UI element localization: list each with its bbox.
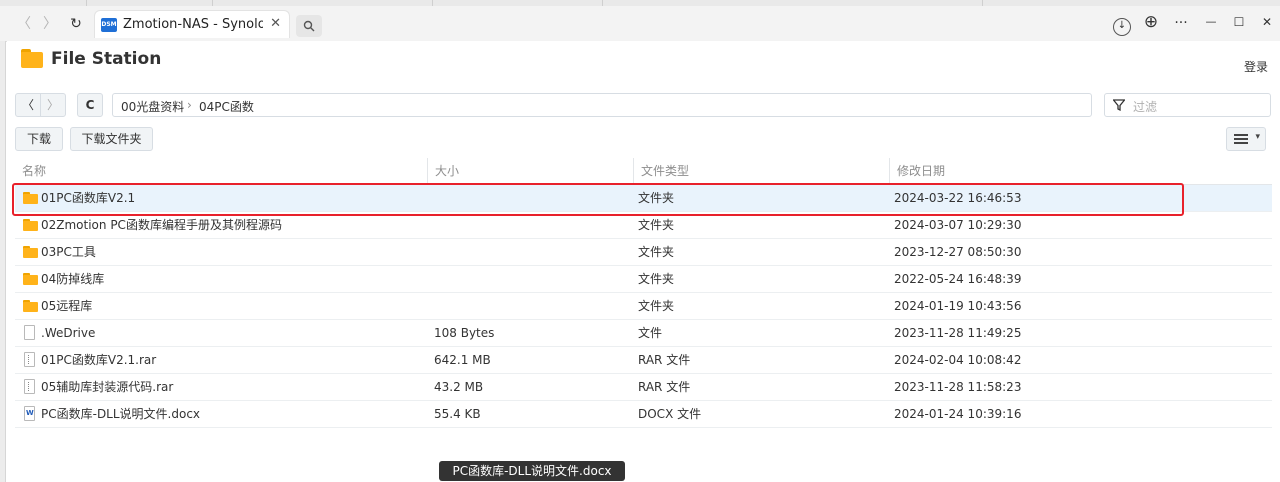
breadcrumb-segment[interactable]: 00光盘资料 xyxy=(121,98,184,115)
minimize-icon[interactable]: — xyxy=(1200,15,1222,28)
download-button[interactable]: 下载 xyxy=(15,127,63,151)
app-header: File Station 登录 xyxy=(7,41,1280,79)
list-view-icon xyxy=(1234,134,1248,144)
selection-highlight-box xyxy=(12,183,1184,216)
app-title: File Station xyxy=(51,49,162,69)
tab-close-icon[interactable]: ✕ xyxy=(270,16,281,31)
file-size-cell: 108 Bytes xyxy=(434,326,495,340)
browser-back-icon[interactable]: 〈 xyxy=(14,14,34,34)
maximize-icon[interactable]: ☐ xyxy=(1228,15,1250,29)
table-row[interactable]: 01PC函数库V2.1.rar 642.1 MB RAR 文件 2024-02-04 … xyxy=(15,347,1272,374)
folder-icon xyxy=(23,273,38,285)
file-date-cell: 2023-12-27 08:50:30 xyxy=(894,245,1022,259)
synology-dsm-icon: DSM xyxy=(101,18,117,32)
folder-icon xyxy=(23,246,38,258)
filename-tooltip: PC函数库-DLL说明文件.docx xyxy=(439,461,625,481)
table-row[interactable]: .WeDrive 108 Bytes 文件 2023-11-28 11:49:25 xyxy=(15,320,1272,347)
table-row[interactable]: PC函数库-DLL说明文件.docx 55.4 KB DOCX 文件 2024-01-… xyxy=(15,401,1272,428)
chevron-left-icon: 〈 xyxy=(21,98,34,112)
file-type-cell: RAR 文件 xyxy=(638,380,691,394)
path-breadcrumb[interactable]: 00光盘资料 › 04PC函数 xyxy=(112,93,1092,117)
browser-tab-title: Zmotion-NAS - Synology N xyxy=(123,17,263,32)
filter-input[interactable]: 过滤 xyxy=(1104,93,1271,117)
file-type-cell: 文件 xyxy=(638,326,663,340)
file-size-cell: 55.4 KB xyxy=(434,407,481,421)
file-station-app: File Station 登录 〈 〉 C 00光盘资料 › 04PC函数 过滤… xyxy=(7,41,1280,482)
nav-forward-button[interactable]: 〉 xyxy=(40,93,66,117)
globe-icon[interactable]: ⊕ xyxy=(1140,12,1162,32)
nav-back-button[interactable]: 〈 xyxy=(15,93,41,117)
file-type-cell: DOCX 文件 xyxy=(638,407,702,421)
chevron-right-icon: 〉 xyxy=(46,98,59,112)
folder-icon xyxy=(23,219,38,231)
file-type-cell: RAR 文件 xyxy=(638,353,691,367)
column-header-name[interactable]: 名称 xyxy=(15,158,427,184)
filter-funnel-icon xyxy=(1112,97,1126,115)
table-body: 01PC函数库V2.1 文件夹 2024-03-22 16:46:53 02Zmoti… xyxy=(15,185,1272,428)
file-date-cell: 2024-01-24 10:39:16 xyxy=(894,407,1022,421)
column-header-size[interactable]: 大小 xyxy=(427,158,633,184)
table-row[interactable]: 05远程库 文件夹 2024-01-19 10:43:56 xyxy=(15,293,1272,320)
file-name-cell: PC函数库-DLL说明文件.docx xyxy=(41,407,201,421)
archive-icon xyxy=(24,352,35,367)
archive-icon xyxy=(24,379,35,394)
file-name-cell: 01PC函数库V2.1.rar xyxy=(41,353,157,367)
column-header-type[interactable]: 文件类型 xyxy=(633,158,889,184)
file-date-cell: 2024-02-04 10:08:42 xyxy=(894,353,1022,367)
file-name-cell: 03PC工具 xyxy=(41,245,96,259)
filter-placeholder: 过滤 xyxy=(1133,100,1158,114)
tab-search-icon[interactable] xyxy=(296,15,322,37)
table-header: 名称 大小 文件类型 修改日期 xyxy=(15,158,1272,185)
table-row[interactable]: 03PC工具 文件夹 2023-12-27 08:50:30 xyxy=(15,239,1272,266)
breadcrumb-separator-icon: › xyxy=(187,98,192,112)
login-link[interactable]: 登录 xyxy=(1244,58,1268,75)
file-type-cell: 文件夹 xyxy=(638,245,675,259)
file-name-cell: 05辅助库封装源代码.rar xyxy=(41,380,174,394)
browser-tab-active[interactable]: DSM Zmotion-NAS - Synology N ✕ xyxy=(94,10,290,38)
file-icon xyxy=(24,325,35,340)
file-date-cell: 2022-05-24 16:48:39 xyxy=(894,272,1022,286)
left-window-border xyxy=(0,41,6,482)
file-date-cell: 2024-01-19 10:43:56 xyxy=(894,299,1022,313)
table-row[interactable]: 02Zmotion PC函数库编程手册及其例程源码 文件夹 2024-03-07 1… xyxy=(15,212,1272,239)
file-size-cell: 642.1 MB xyxy=(434,353,491,367)
column-header-date[interactable]: 修改日期 xyxy=(889,158,1272,184)
file-date-cell: 2023-11-28 11:49:25 xyxy=(894,326,1022,340)
close-window-icon[interactable]: ✕ xyxy=(1256,15,1278,29)
chevron-down-icon: ▾ xyxy=(1255,132,1260,142)
refresh-icon: C xyxy=(85,98,95,112)
browser-reload-icon[interactable]: ↻ xyxy=(66,14,86,34)
refresh-button[interactable]: C xyxy=(77,93,103,117)
file-date-cell: 2023-11-28 11:58:23 xyxy=(894,380,1022,394)
download-folder-button[interactable]: 下载文件夹 xyxy=(70,127,153,151)
file-name-cell: .WeDrive xyxy=(41,326,96,340)
table-row[interactable]: 04防掉线库 文件夹 2022-05-24 16:48:39 xyxy=(15,266,1272,293)
word-document-icon xyxy=(24,406,35,421)
table-row[interactable]: 05辅助库封装源代码.rar 43.2 MB RAR 文件 2023-11-28 11… xyxy=(15,374,1272,401)
file-size-cell: 43.2 MB xyxy=(434,380,484,394)
downloads-icon[interactable]: ↓ xyxy=(1113,18,1131,36)
browser-tab-bar: 〈 〉 ↻ DSM Zmotion-NAS - Synology N ✕ ↓ ⊕… xyxy=(0,6,1280,42)
more-options-icon[interactable]: ··· xyxy=(1170,15,1192,31)
file-type-cell: 文件夹 xyxy=(638,272,675,286)
file-station-folder-icon xyxy=(21,49,43,68)
folder-icon xyxy=(23,300,38,312)
browser-forward-icon[interactable]: 〉 xyxy=(40,14,60,34)
file-name-cell: 04防掉线库 xyxy=(41,272,105,286)
file-name-cell: 05远程库 xyxy=(41,299,93,313)
breadcrumb-segment[interactable]: 04PC函数 xyxy=(199,98,254,115)
file-type-cell: 文件夹 xyxy=(638,299,675,313)
view-mode-button[interactable]: ▾ xyxy=(1226,127,1266,151)
